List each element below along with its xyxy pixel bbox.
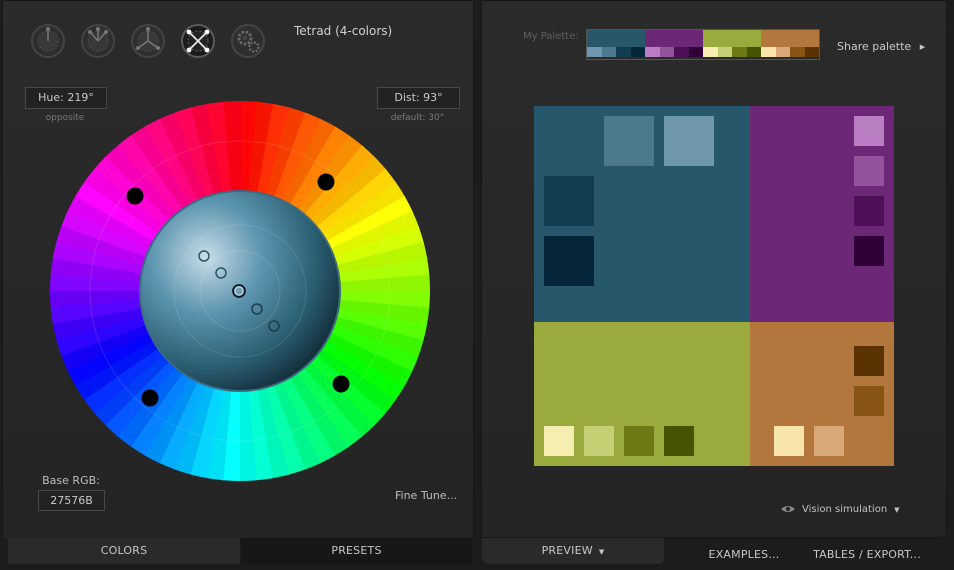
- color-wheel[interactable]: [50, 101, 430, 481]
- vision-simulation-label: Vision simulation: [802, 504, 888, 515]
- saturation-brightness-gradient: [141, 192, 339, 390]
- gear-icon: [231, 24, 265, 58]
- preview-swatch: [854, 156, 884, 186]
- palette-shade[interactable]: [703, 47, 718, 57]
- base-rgb-input[interactable]: 27576B: [38, 490, 105, 511]
- triangle-right-icon: ▶: [919, 43, 926, 51]
- hue-handle-orange[interactable]: [317, 173, 335, 191]
- tab-preview-label: PREVIEW: [541, 544, 593, 557]
- share-palette-label: Share palette: [837, 40, 912, 53]
- triad-scheme-icon: [131, 24, 165, 58]
- preview-swatch: [774, 426, 804, 456]
- palette-main-color[interactable]: [761, 30, 819, 47]
- adjacent-scheme-icon: [81, 24, 115, 58]
- free-style-scheme-button[interactable]: [230, 23, 266, 59]
- hue-handle-purple[interactable]: [126, 187, 144, 205]
- preview-swatch: [854, 116, 884, 146]
- palette-shade[interactable]: [645, 47, 660, 57]
- preview-swatch: [664, 116, 714, 166]
- vision-simulation-dropdown[interactable]: Vision simulation ▼: [780, 504, 900, 515]
- my-palette-label: My Palette:: [523, 31, 579, 42]
- palette-main-color[interactable]: [587, 30, 645, 47]
- chevron-down-icon: ▼: [598, 548, 605, 556]
- palette-shade[interactable]: [688, 47, 703, 57]
- tab-colors[interactable]: COLORS: [8, 538, 240, 564]
- fine-tune-link[interactable]: Fine Tune...: [395, 489, 457, 502]
- tetrad-scheme-button[interactable]: [180, 23, 216, 59]
- tab-examples[interactable]: EXAMPLES...: [690, 542, 798, 568]
- palette-shade[interactable]: [775, 47, 790, 57]
- palette-shade[interactable]: [761, 47, 776, 57]
- palette-shade[interactable]: [674, 47, 689, 57]
- preview-swatch: [854, 196, 884, 226]
- palette-shade[interactable]: [732, 47, 747, 57]
- preview-swatch: [604, 116, 654, 166]
- color-preview: [534, 106, 894, 466]
- chevron-down-icon: ▼: [894, 506, 900, 514]
- preview-swatch: [854, 236, 884, 266]
- tab-tables-export[interactable]: TABLES / EXPORT...: [810, 542, 924, 568]
- preview-swatch: [664, 426, 694, 456]
- palette-shade[interactable]: [601, 47, 616, 57]
- mono-scheme-icon: [31, 24, 65, 58]
- preview-swatch: [814, 426, 844, 456]
- preview-swatch: [854, 346, 884, 376]
- tab-presets[interactable]: PRESETS: [241, 538, 472, 564]
- share-palette-link[interactable]: Share palette ▶: [837, 40, 925, 53]
- preview-swatch: [584, 426, 614, 456]
- eye-icon: [781, 506, 795, 512]
- preview-swatch: [544, 176, 594, 226]
- scheme-title: Tetrad (4-colors): [294, 24, 393, 38]
- tetrad-scheme-icon: [181, 24, 215, 58]
- preview-swatch: [544, 236, 594, 286]
- hue-handle-blue[interactable]: [141, 389, 159, 407]
- tab-preview[interactable]: PREVIEW ▼: [482, 538, 664, 564]
- palette-shade[interactable]: [630, 47, 645, 57]
- palette-shade[interactable]: [790, 47, 805, 57]
- preview-swatch: [624, 426, 654, 456]
- palette-shade[interactable]: [746, 47, 761, 57]
- mono-scheme-button[interactable]: [30, 23, 66, 59]
- palette-shade[interactable]: [616, 47, 631, 57]
- palette-main-color[interactable]: [645, 30, 703, 47]
- palette-shade[interactable]: [659, 47, 674, 57]
- palette-shade[interactable]: [587, 47, 602, 57]
- palette-shade[interactable]: [717, 47, 732, 57]
- palette-main-color[interactable]: [703, 30, 761, 47]
- preview-swatch: [854, 386, 884, 416]
- hue-handle-yellow[interactable]: [332, 375, 350, 393]
- palette-bar[interactable]: [586, 29, 820, 60]
- palette-shade[interactable]: [804, 47, 819, 57]
- adjacent-scheme-button[interactable]: [80, 23, 116, 59]
- base-rgb-label: Base RGB:: [42, 474, 100, 487]
- preview-swatch: [544, 426, 574, 456]
- triad-scheme-button[interactable]: [130, 23, 166, 59]
